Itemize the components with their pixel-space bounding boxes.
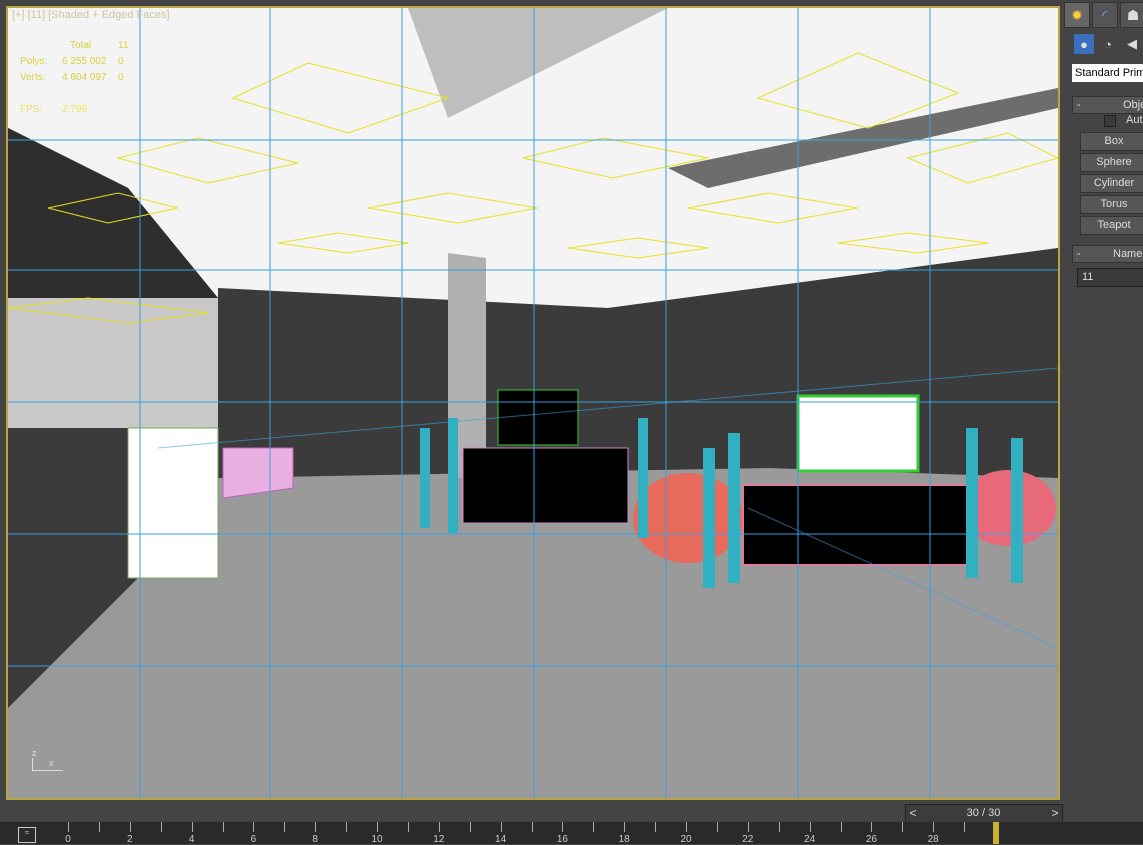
frame-counter: 30 / 30 <box>966 807 1001 819</box>
timeline-track[interactable]: ≈ 0 2 4 6 8 10 12 14 16 18 20 22 24 26 28 <box>0 822 1143 845</box>
command-panel: ✹ ◜ ☗ ● ◔ ◀ Standard Primitives -Object … <box>1062 0 1143 800</box>
timeline-tick <box>686 822 687 832</box>
fps-value: 2,799 <box>62 104 88 115</box>
perspective-viewport[interactable]: [+] [11] [Shaded + Edged Faces] Total 11 … <box>6 6 1060 800</box>
geometry-icon[interactable]: ● <box>1074 34 1094 54</box>
stats-selected-header: 11 <box>118 40 129 51</box>
timeline-tick-label: 8 <box>312 834 318 845</box>
next-frame-button[interactable]: > <box>1048 805 1062 822</box>
box-button[interactable]: Box <box>1080 132 1143 151</box>
axis-tripod-icon: zx <box>32 748 63 771</box>
timeline-tick <box>747 822 749 832</box>
autogrid-checkbox[interactable] <box>1104 115 1116 127</box>
timeline-tick <box>778 822 780 832</box>
timeline-tick <box>500 822 502 832</box>
torus-button[interactable]: Torus <box>1080 195 1143 214</box>
timeline-tick-label: 22 <box>742 834 754 845</box>
timeline-tick <box>593 822 595 832</box>
timeline-tick <box>531 822 533 832</box>
timeline-tick <box>129 822 131 832</box>
timeline-tick <box>68 822 69 832</box>
verts-selected: 0 <box>118 72 124 83</box>
axis-z-label: z <box>32 748 37 758</box>
timeline-tick <box>160 822 162 832</box>
timeline-tick <box>438 822 440 832</box>
timeline-tick <box>716 822 718 832</box>
timeline-tick-label: 28 <box>927 834 939 845</box>
polys-label: Polys: <box>20 56 48 67</box>
sphere-button[interactable]: Sphere <box>1080 153 1143 172</box>
timeline-tick <box>469 822 471 832</box>
shapes-icon[interactable]: ◔ <box>1098 34 1118 54</box>
timeline-tick-label: 12 <box>433 834 445 845</box>
timeline-tick <box>933 822 935 832</box>
timeline-tick <box>871 822 873 832</box>
timeline-tick <box>964 822 966 832</box>
category-dropdown[interactable]: Standard Primitives <box>1072 64 1143 82</box>
timeline-tick <box>253 822 255 832</box>
scene-render <box>8 8 1058 798</box>
polys-selected: 0 <box>118 56 124 67</box>
fps-label: FPS: <box>20 104 43 115</box>
teapot-button[interactable]: Teapot <box>1080 216 1143 235</box>
object-type-title: Object Type <box>1123 99 1143 111</box>
verts-total: 4 604 097 <box>62 72 107 83</box>
create-tab-icon[interactable]: ✹ <box>1064 2 1090 28</box>
name-color-title: Name and Color <box>1113 248 1143 260</box>
timeline-tick-label: 10 <box>371 834 383 845</box>
timeline-tick-label: 0 <box>65 834 71 845</box>
timeline-tick <box>840 822 842 832</box>
autogrid-label: AutoGrid <box>1126 114 1143 126</box>
timeline-tick-label: 20 <box>680 834 692 845</box>
axis-x-label: x <box>32 758 63 771</box>
statistics-overlay: Total 11 Polys: 6 255 002 0 Verts: 4 604 097… <box>20 38 128 118</box>
object-name-input[interactable]: 11 <box>1077 268 1143 287</box>
timeline-tick <box>377 822 378 832</box>
curve-editor-icon[interactable]: ≈ <box>18 827 36 843</box>
viewport-label[interactable]: [+] [11] [Shaded + Edged Faces] <box>12 9 170 21</box>
timeline-tick-label: 16 <box>556 834 568 845</box>
timeline-tick <box>562 822 564 832</box>
polys-total: 6 255 002 <box>62 56 107 67</box>
timeline-tick-label: 24 <box>804 834 816 845</box>
timeline-tick-label: 6 <box>250 834 257 845</box>
timeline-tick-label: 2 <box>127 834 133 845</box>
timeline-tick <box>98 822 100 832</box>
name-color-rollout[interactable]: -Name and Color <box>1072 245 1143 263</box>
hierarchy-tab-icon[interactable]: ☗ <box>1120 2 1143 28</box>
timeline-tick <box>222 822 224 832</box>
timeline-tick-label: 4 <box>188 834 195 845</box>
timeline-tick <box>284 822 286 832</box>
prev-frame-button[interactable]: < <box>906 805 920 822</box>
timeline-tick <box>902 822 904 832</box>
modify-tab-icon[interactable]: ◜ <box>1092 2 1118 28</box>
timeline-tick <box>624 822 626 832</box>
timeline-tick <box>809 822 811 832</box>
timeline-tick-label: 26 <box>865 834 877 845</box>
time-slider-handle[interactable] <box>993 822 999 844</box>
stats-total-header: Total <box>70 40 92 51</box>
time-slider[interactable]: < 30 / 30 > <box>905 804 1063 823</box>
timeline-tick <box>191 822 193 832</box>
timeline-tick <box>346 822 348 832</box>
timeline-tick-label: 14 <box>495 834 507 845</box>
timeline-tick-label: 18 <box>618 834 630 845</box>
lights-icon[interactable]: ◀ <box>1122 34 1142 54</box>
timeline-tick <box>315 822 317 832</box>
cylinder-button[interactable]: Cylinder <box>1080 174 1143 193</box>
timeline-tick <box>655 822 657 832</box>
object-type-rollout[interactable]: -Object Type <box>1072 96 1143 114</box>
timeline-tick <box>407 822 409 832</box>
verts-label: Verts: <box>20 72 46 83</box>
